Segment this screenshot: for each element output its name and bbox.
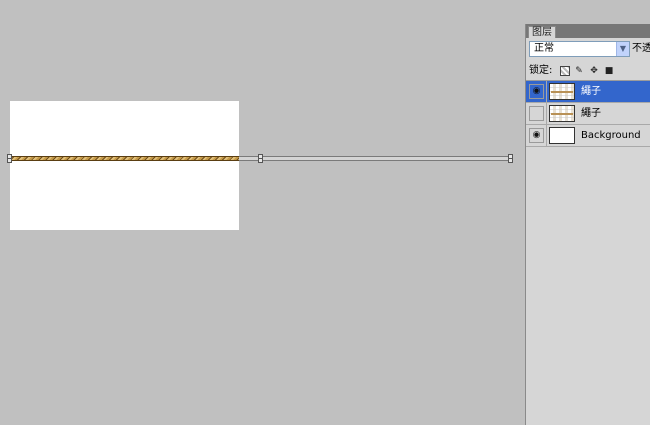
layer-row[interactable]: 繩子 xyxy=(526,103,650,125)
blend-mode-select[interactable]: 正常 xyxy=(529,41,630,57)
lock-label: 锁定: xyxy=(529,65,553,76)
divider xyxy=(546,103,547,125)
rope-stroke xyxy=(10,156,239,161)
layer-name: 繩子 xyxy=(581,108,601,119)
opacity-label: 不透 xyxy=(632,43,650,54)
layer-thumbnail xyxy=(549,83,575,100)
visibility-toggle[interactable] xyxy=(529,106,544,121)
divider xyxy=(546,81,547,103)
lock-transparency-icon[interactable] xyxy=(560,66,570,76)
brush-icon[interactable]: ✎ xyxy=(574,66,584,76)
eye-icon[interactable]: ◉ xyxy=(529,84,544,99)
chevron-down-icon[interactable]: ▼ xyxy=(616,42,629,56)
path-anchor-left-handle[interactable] xyxy=(7,154,12,163)
move-icon[interactable]: ✥ xyxy=(589,66,599,76)
workspace-area[interactable] xyxy=(0,0,525,425)
path-anchor-middle-handle[interactable] xyxy=(258,154,263,163)
layer-name: Background xyxy=(581,130,641,141)
layer-name: 繩子 xyxy=(581,86,601,97)
document-canvas[interactable] xyxy=(10,101,239,230)
layer-thumbnail xyxy=(549,105,575,122)
eye-icon[interactable]: ◉ xyxy=(529,128,544,143)
layer-row[interactable]: ◉ Background xyxy=(526,125,650,147)
layer-row[interactable]: ◉ 繩子 xyxy=(526,81,650,103)
divider xyxy=(546,125,547,147)
path-anchor-right-handle[interactable] xyxy=(508,154,513,163)
lock-icon[interactable]: ■ xyxy=(604,66,614,76)
layer-thumbnail xyxy=(549,127,575,144)
tab-layers[interactable]: 图层 xyxy=(528,26,556,38)
